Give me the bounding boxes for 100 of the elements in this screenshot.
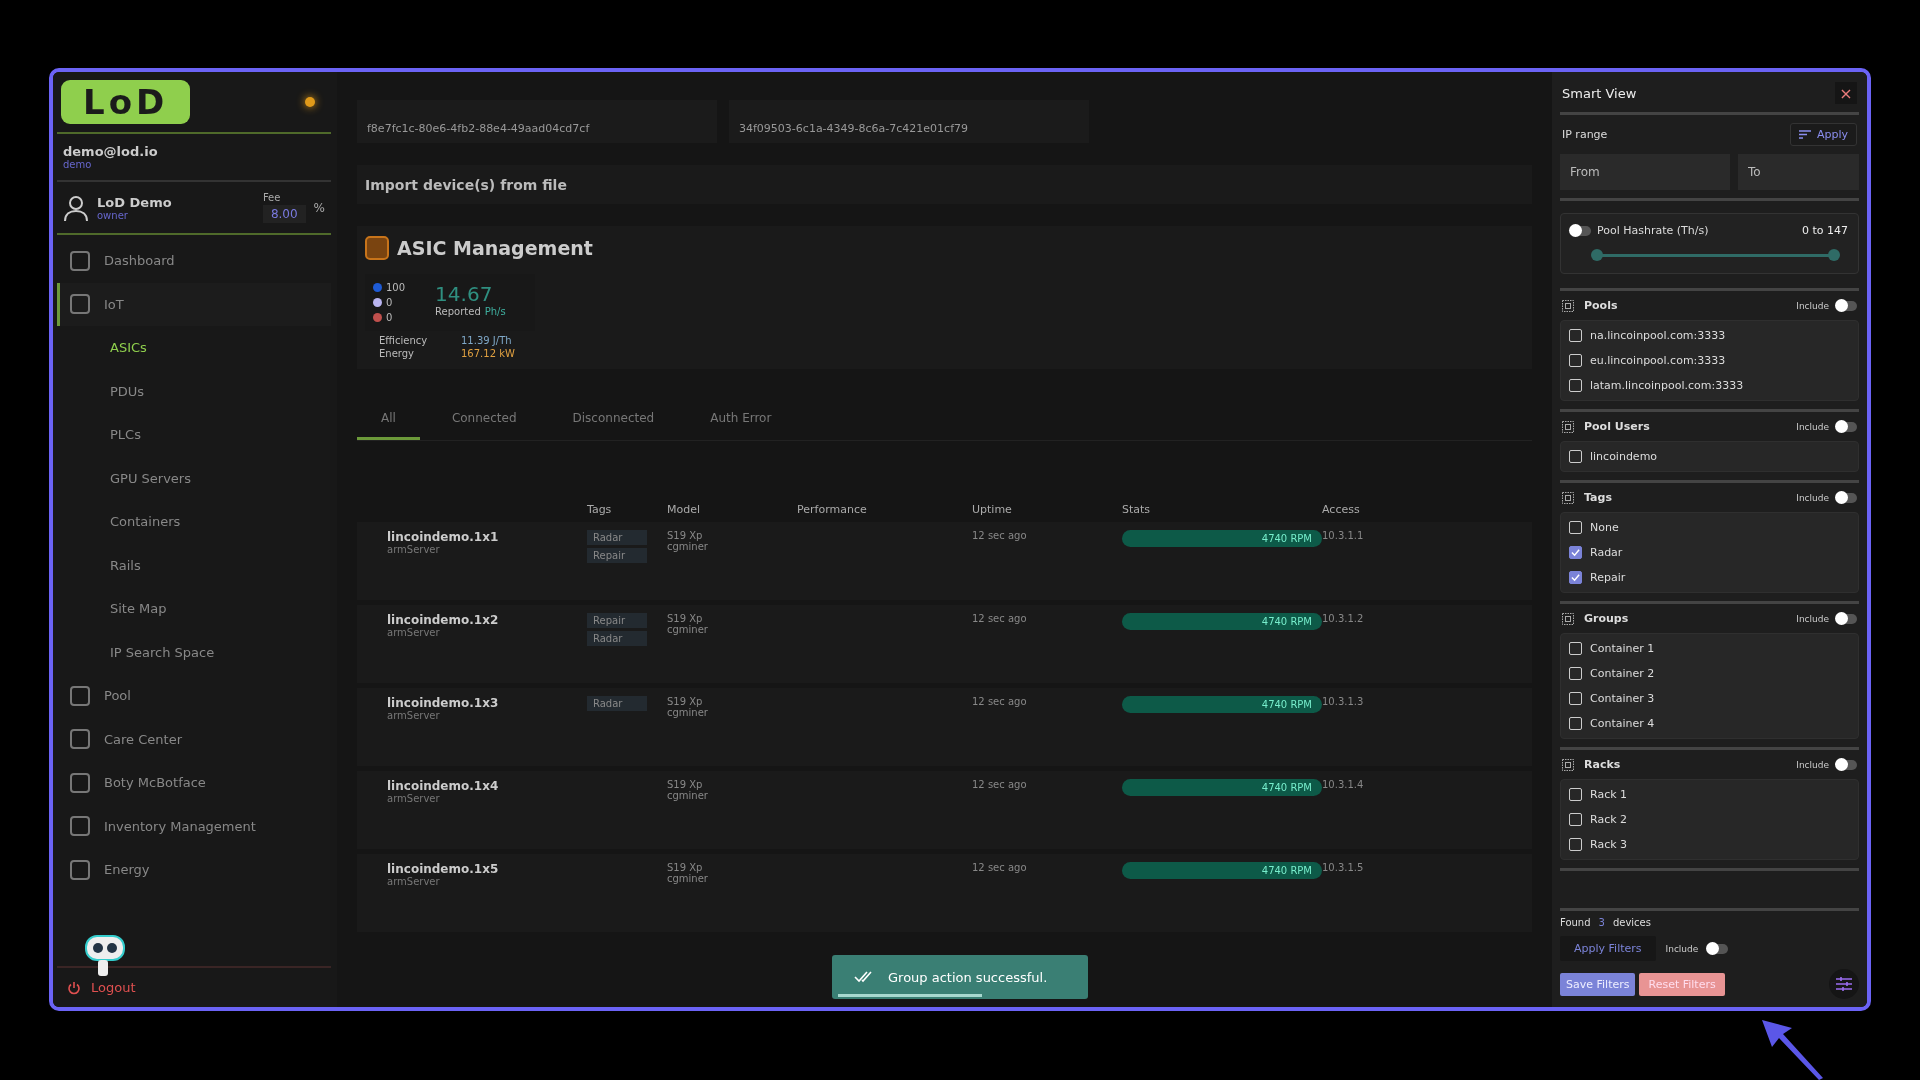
to-field[interactable]: To — [1738, 154, 1859, 190]
toggle-switch[interactable] — [1837, 421, 1857, 432]
section-title: Groups — [1584, 612, 1629, 625]
column-header: Performance — [797, 503, 868, 516]
id-field: f8e7fc1c-80e6-4fb2-88e4-49aad04cd7cf — [357, 100, 717, 143]
nav-item[interactable]: IoT — [57, 282, 331, 326]
option-label: Rack 2 — [1590, 813, 1628, 826]
device-server: armServer — [387, 793, 441, 804]
nav-subitem[interactable]: IP Search Space — [57, 630, 331, 674]
user-role: owner — [97, 209, 129, 221]
checkbox[interactable] — [1569, 692, 1582, 705]
device-server: armServer — [387, 876, 441, 887]
tag: Repair — [587, 548, 647, 563]
apply-button[interactable]: Apply — [1789, 123, 1857, 146]
section-icon — [1562, 491, 1574, 504]
checkbox[interactable] — [1569, 546, 1582, 559]
apply-filters-button[interactable]: Apply Filters — [1560, 936, 1656, 961]
nav-item[interactable]: Care Center — [57, 717, 331, 761]
section-title: Pools — [1584, 299, 1618, 312]
tag: Radar — [587, 530, 647, 545]
section-icon — [1562, 420, 1574, 433]
toggle-switch[interactable] — [1837, 759, 1857, 770]
device-server: armServer — [387, 544, 441, 555]
energy-label: Energy — [379, 348, 415, 359]
option-label: None — [1590, 521, 1619, 534]
checkbox[interactable] — [1569, 329, 1582, 342]
status-count: 100 — [386, 282, 406, 293]
checkbox[interactable] — [1569, 642, 1582, 655]
nav-subitem[interactable]: PDUs — [57, 369, 331, 413]
device-uptime: 12 sec ago — [972, 862, 1028, 873]
fee-field: 8.00 — [262, 205, 306, 223]
nav-subitem[interactable]: ASICs — [57, 326, 331, 370]
column-header: Tags — [587, 503, 613, 516]
include-label: Include — [1796, 421, 1829, 432]
nav-item[interactable]: Pool — [57, 674, 331, 718]
column-header: Uptime — [972, 503, 1013, 516]
fee-label: Fee — [262, 192, 282, 203]
checkbox[interactable] — [1569, 450, 1582, 463]
theme-icon[interactable] — [305, 97, 315, 107]
option-label: Container 1 — [1590, 642, 1655, 655]
nav-subitem[interactable]: Rails — [57, 543, 331, 587]
save-filters-button[interactable]: Save Filters — [1560, 972, 1636, 996]
efficiency-value: 11.39 J/Th — [461, 335, 513, 346]
nav-item[interactable]: Boty McBotface — [57, 761, 331, 805]
nav-subitem[interactable]: Site Map — [57, 587, 331, 631]
toggle-switch[interactable] — [1837, 300, 1857, 311]
toggle-switch[interactable] — [1837, 613, 1857, 624]
toggle-switch[interactable] — [1837, 492, 1857, 503]
fee-unit: % — [313, 200, 325, 215]
robot-mascot-icon — [82, 932, 128, 978]
checkbox[interactable] — [1569, 521, 1582, 534]
option-label: eu.lincoinpool.com:3333 — [1590, 354, 1726, 367]
from-field[interactable]: From — [1560, 154, 1730, 190]
include-label: Include — [1665, 943, 1699, 954]
hashrate-unit: Ph/s — [484, 306, 506, 317]
toggle-switch[interactable] — [1571, 225, 1591, 236]
account-role: demo — [63, 159, 93, 170]
device-ip: 10.3.1.1 — [1322, 530, 1365, 541]
device-name: lincoindemo.1x2 — [387, 613, 500, 627]
checkbox[interactable] — [1569, 717, 1582, 730]
checkbox[interactable] — [1569, 354, 1582, 367]
filter-tab[interactable]: All — [357, 399, 420, 440]
toggle-switch[interactable] — [1708, 943, 1729, 954]
range-slider[interactable] — [1591, 249, 1840, 261]
include-label: Include — [1796, 759, 1829, 770]
nav-item[interactable]: Dashboard — [57, 239, 331, 283]
filter-tab[interactable]: Connected — [427, 399, 541, 440]
close-button[interactable]: × — [1835, 82, 1857, 104]
import-link[interactable]: Import device(s) from file — [365, 177, 567, 193]
device-ip: 10.3.1.5 — [1322, 862, 1365, 873]
device-miner: cgminer — [667, 707, 709, 718]
checkbox[interactable] — [1569, 813, 1582, 826]
user-name: LoD Demo — [97, 194, 172, 210]
sliders-icon — [1836, 977, 1852, 991]
device-model: S19 Xp — [667, 779, 703, 790]
device-name: lincoindemo.1x4 — [387, 779, 500, 793]
device-uptime: 12 sec ago — [972, 696, 1028, 707]
checkbox[interactable] — [1569, 838, 1582, 851]
section-icon — [1562, 299, 1574, 312]
fan-speed: 4740 RPM — [1122, 613, 1322, 630]
panel-title: Smart View — [1562, 85, 1637, 101]
checkbox[interactable] — [1569, 379, 1582, 392]
fan-speed: 4740 RPM — [1122, 862, 1322, 879]
filter-tab[interactable]: Auth Error — [686, 399, 796, 440]
account-email: demo@lod.io — [63, 144, 158, 159]
filter-tab[interactable]: Disconnected — [548, 399, 679, 440]
option-label: Radar — [1590, 546, 1623, 559]
filter-settings-button[interactable] — [1829, 969, 1859, 999]
nav-subitem[interactable]: Containers — [57, 500, 331, 544]
ip-range-label: IP range — [1562, 128, 1608, 141]
nav-item[interactable]: Energy — [57, 848, 331, 892]
nav-subitem[interactable]: GPU Servers — [57, 456, 331, 500]
double-check-icon — [854, 971, 874, 983]
hashrate-label: Reported — [435, 306, 481, 317]
checkbox[interactable] — [1569, 667, 1582, 680]
checkbox[interactable] — [1569, 788, 1582, 801]
chip-icon — [365, 236, 389, 260]
checkbox[interactable] — [1569, 571, 1582, 584]
nav-subitem[interactable]: PLCs — [57, 413, 331, 457]
nav-item[interactable]: Inventory Management — [57, 804, 331, 848]
